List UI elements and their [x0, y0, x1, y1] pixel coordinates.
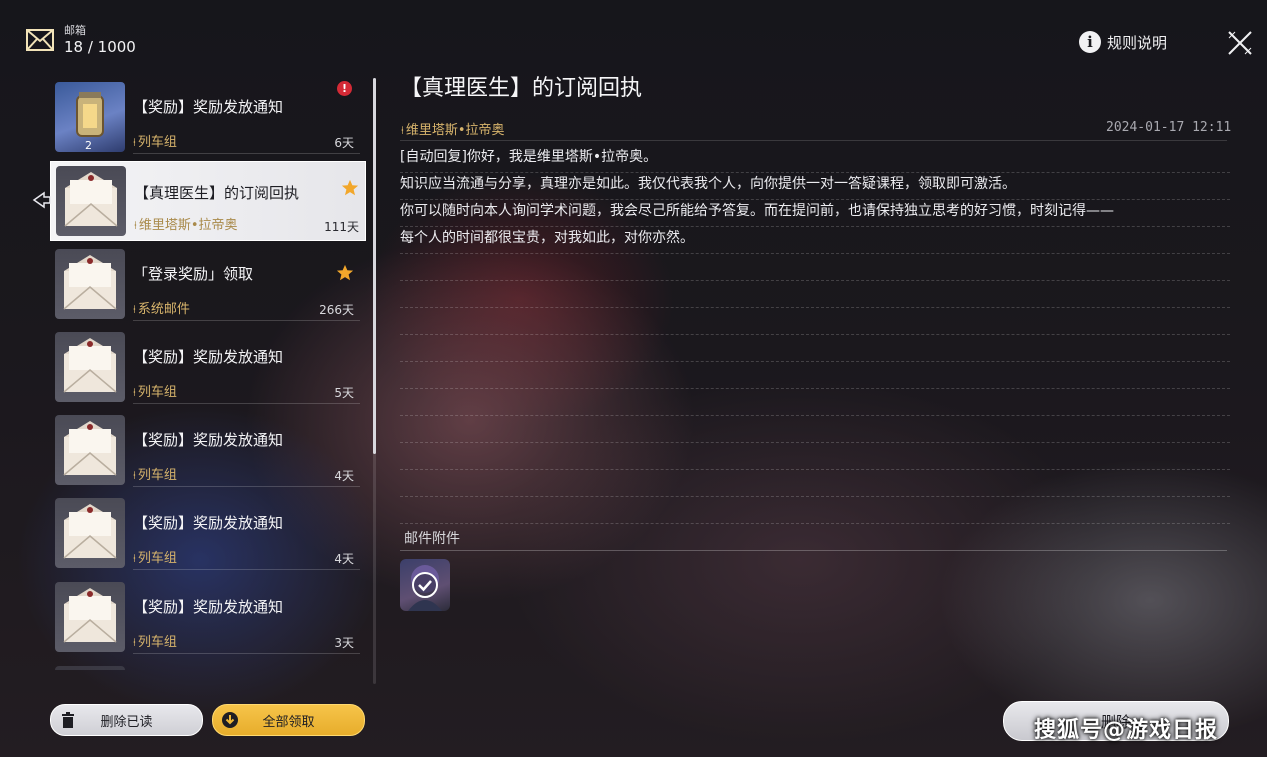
divider: [133, 320, 360, 321]
envelope-icon: [55, 666, 125, 670]
star-icon: [341, 179, 359, 196]
envelope-icon: [55, 249, 125, 319]
delete-read-label: 删除已读: [100, 714, 153, 730]
mail-sender: 列车组: [133, 631, 177, 650]
mail-title: 【奖励】奖励发放通知: [133, 431, 284, 449]
mail-item[interactable]: 「登录奖励」领取 系统邮件 266天: [55, 247, 360, 321]
empty-line: [400, 335, 1230, 362]
mail-sender: 列车组: [133, 464, 177, 483]
divider: [133, 403, 360, 404]
divider: [133, 653, 360, 654]
mail-detail-sender: 维里塔斯•拉帝奥: [401, 119, 505, 138]
empty-line: [400, 416, 1230, 443]
mail-days: 111天: [324, 220, 359, 234]
mail-sender: 系统邮件: [133, 298, 190, 317]
mail-days: 266天: [319, 303, 354, 317]
empty-line: [400, 497, 1230, 524]
mail-days: 4天: [334, 552, 354, 566]
mail-item[interactable]: 2 【奖励】奖励发放通知 列车组 6天 !: [55, 80, 360, 154]
mail-count: 18 / 1000: [64, 38, 136, 56]
alert-icon: !: [337, 81, 352, 96]
mail-sender: 列车组: [133, 131, 177, 150]
watermark-text: 搜狐号@游戏日报: [1034, 718, 1219, 743]
empty-line: [400, 254, 1230, 281]
scrollbar-thumb[interactable]: [373, 78, 376, 454]
divider: [133, 153, 360, 154]
claim-all-button[interactable]: 全部领取: [212, 704, 365, 736]
mail-item[interactable]: 【奖励】奖励发放通知 列车组 4天: [55, 413, 360, 487]
list-scrollbar[interactable]: [373, 78, 376, 684]
envelope-icon: [55, 332, 125, 402]
mailbox-label: 邮箱: [64, 24, 86, 37]
close-icon[interactable]: [1226, 29, 1254, 57]
empty-line: [400, 281, 1230, 308]
info-icon: i: [1079, 31, 1101, 53]
download-circle-icon: [222, 712, 238, 728]
divider: [400, 140, 1227, 141]
mail-sender: 列车组: [133, 547, 177, 566]
mail-detail-title: 【真理医生】的订阅回执: [400, 76, 643, 101]
mailbox-header: 邮箱 18 / 1000: [26, 24, 136, 56]
rules-label: 规则说明: [1107, 33, 1168, 52]
mail-list[interactable]: 2 【奖励】奖励发放通知 列车组 6天 ! 【真理医生】的订阅回执 维里塔斯•拉…: [50, 78, 366, 670]
envelope-icon: [55, 498, 125, 568]
mail-title: 【奖励】奖励发放通知: [133, 598, 284, 616]
envelope-icon: [56, 166, 126, 236]
body-line: 你可以随时向本人询问学术问题，我会尽己所能给予答复。而在提问前，也请保持独立思考…: [400, 200, 1230, 227]
divider: [133, 486, 360, 487]
mail-icon: [26, 29, 54, 51]
mail-item[interactable]: 【奖励】奖励发放通知 列车组 5天: [55, 330, 360, 404]
empty-line: [400, 308, 1230, 335]
star-icon: [336, 264, 354, 281]
mail-item[interactable]: 【奖励】奖励发放通知 列车组 3天: [55, 580, 360, 654]
body-line: 每个人的时间都很宝贵，对我如此，对你亦然。: [400, 227, 1230, 254]
mail-title: 【奖励】奖励发放通知: [133, 514, 284, 532]
body-line: [自动回复]你好，我是维里塔斯•拉帝奥。: [400, 146, 1230, 173]
trash-icon: [62, 712, 74, 728]
mail-days: 3天: [334, 636, 354, 650]
attachments-label: 邮件附件: [404, 531, 460, 547]
mail-title: 【真理医生】的订阅回执: [134, 184, 300, 202]
mail-days: 4天: [334, 469, 354, 483]
claim-all-label: 全部领取: [262, 714, 315, 730]
mail-title: 【奖励】奖励发放通知: [133, 98, 284, 116]
empty-line: [400, 470, 1230, 497]
mail-item-partial[interactable]: [55, 664, 360, 670]
empty-line: [400, 389, 1230, 416]
mail-sender: 列车组: [133, 381, 177, 400]
mail-sender: 维里塔斯•拉帝奥: [134, 214, 238, 233]
mail-item-selected[interactable]: 【真理医生】的订阅回执 维里塔斯•拉帝奥 111天: [50, 161, 366, 241]
envelope-icon: [55, 582, 125, 652]
rules-button[interactable]: i 规则说明: [1079, 31, 1167, 53]
mail-detail-body: [自动回复]你好，我是维里塔斯•拉帝奥。 知识应当流通与分享，真理亦是如此。我仅…: [400, 146, 1230, 524]
body-line: 知识应当流通与分享，真理亦是如此。我仅代表我个人，向你提供一对一答疑课程，领取即…: [400, 173, 1230, 200]
reward-lantern-icon: 2: [55, 82, 125, 152]
delete-read-button[interactable]: 删除已读: [50, 704, 203, 736]
divider: [400, 550, 1227, 551]
empty-line: [400, 362, 1230, 389]
mail-title: 【奖励】奖励发放通知: [133, 348, 284, 366]
selection-arrow-icon: [32, 191, 51, 209]
mail-days: 6天: [334, 136, 354, 150]
mail-title: 「登录奖励」领取: [133, 265, 254, 283]
divider: [133, 569, 360, 570]
empty-line: [400, 443, 1230, 470]
mail-detail-date: 2024-01-17 12:11: [1106, 120, 1232, 135]
mail-item[interactable]: 【奖励】奖励发放通知 列车组 4天: [55, 496, 360, 570]
attachment-item[interactable]: [400, 559, 450, 611]
reward-count: 2: [85, 139, 92, 152]
mail-days: 5天: [334, 386, 354, 400]
envelope-icon: [55, 415, 125, 485]
